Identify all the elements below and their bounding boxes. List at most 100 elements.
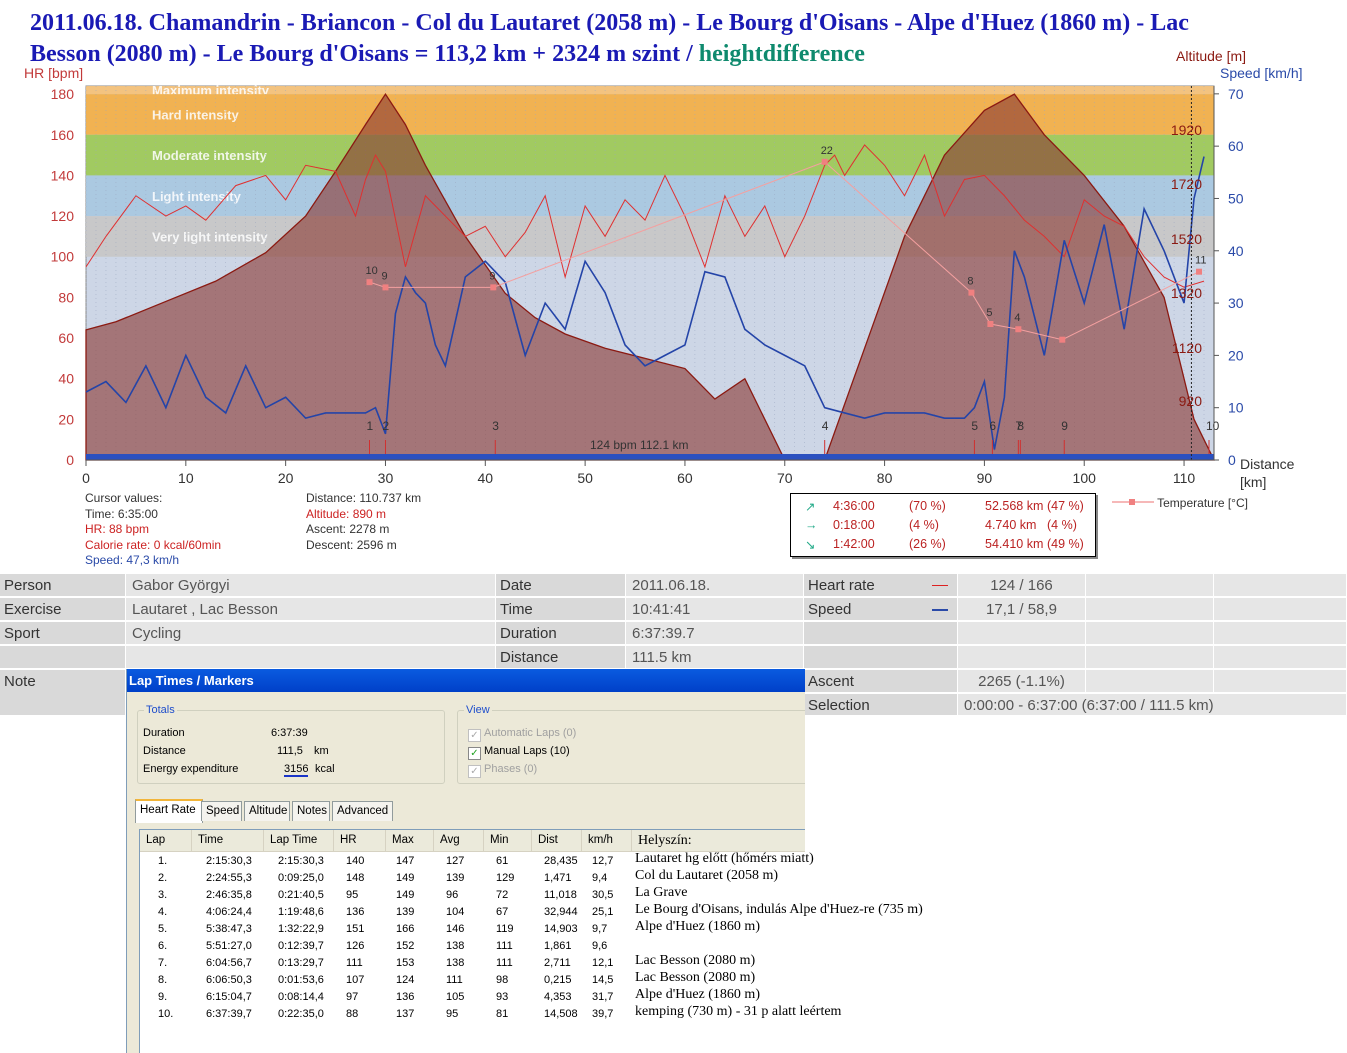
table-cell: 4,353 bbox=[544, 991, 572, 1003]
cursor-calorie: Calorie rate: 0 kcal/60min bbox=[85, 537, 222, 552]
baseline-bar bbox=[86, 454, 1214, 460]
duration-value[interactable]: 6:37:39.7 bbox=[626, 622, 804, 645]
selection-value[interactable]: 0:00:00 - 6:37:00 (6:37:00 / 111.5 km) bbox=[958, 694, 1347, 716]
table-cell: 138 bbox=[446, 940, 465, 952]
heart-rate-value: 124 / 166 bbox=[958, 574, 1086, 597]
time-value[interactable]: 10:41:41 bbox=[626, 598, 804, 621]
totals-energy-value[interactable]: 3156 bbox=[284, 763, 309, 777]
speed-tick-label: 70 bbox=[1228, 86, 1244, 102]
exercise-value[interactable]: Lautaret , Lac Besson bbox=[126, 598, 496, 621]
temperature-point bbox=[1015, 326, 1022, 333]
table-cell: 148 bbox=[346, 872, 365, 884]
table-cell: 88 bbox=[346, 1008, 359, 1020]
blank-row-4-v3 bbox=[1214, 646, 1347, 669]
tab-notes[interactable]: Notes bbox=[292, 801, 330, 821]
x-tick-label: 80 bbox=[877, 470, 893, 486]
tab-speed[interactable]: Speed bbox=[201, 801, 242, 821]
column-header[interactable]: Max bbox=[386, 830, 434, 851]
slope-distance: 52.568 km bbox=[985, 499, 1044, 513]
lap-location: Alpe d'Huez (1860 m) bbox=[635, 987, 760, 1002]
slope-row: ↘ 1:42:00 (26 %) 54.410 km (49 %) bbox=[791, 535, 1095, 554]
table-cell: 10. bbox=[158, 1008, 174, 1020]
check-icon: ✓ bbox=[468, 747, 481, 760]
cursor-values-right: Distance: 110.737 km Altitude: 890 m Asc… bbox=[306, 491, 421, 553]
slope-time: 1:42:00 bbox=[833, 537, 875, 551]
altitude-tick-label: 1920 bbox=[1171, 122, 1202, 138]
phases-label: Phases (0) bbox=[484, 763, 538, 775]
tab-altitude[interactable]: Altitude bbox=[244, 801, 290, 821]
table-cell: 1,471 bbox=[544, 872, 572, 884]
table-cell: 149 bbox=[396, 889, 415, 901]
table-cell: 119 bbox=[496, 923, 514, 935]
table-cell: 32,944 bbox=[544, 906, 578, 918]
column-header[interactable]: km/h bbox=[582, 830, 632, 851]
hr-tick-label: 140 bbox=[51, 167, 75, 183]
temperature-legend-swatch bbox=[1112, 499, 1154, 505]
temperature-point bbox=[821, 158, 828, 165]
table-cell: 107 bbox=[346, 974, 365, 986]
table-cell: 31,7 bbox=[592, 991, 614, 1003]
hr-tick-label: 80 bbox=[58, 289, 74, 305]
altitude-tick-label: 1720 bbox=[1171, 176, 1202, 192]
column-header[interactable]: Dist bbox=[532, 830, 582, 851]
empty-label bbox=[0, 646, 126, 669]
temperature-point bbox=[490, 284, 497, 291]
zone-band bbox=[86, 94, 1214, 135]
column-header[interactable]: HR bbox=[334, 830, 386, 851]
table-cell: 136 bbox=[396, 991, 415, 1003]
phases-checkbox[interactable]: ✓ Phases (0) bbox=[468, 763, 537, 778]
table-cell: 2:46:35,8 bbox=[206, 889, 252, 901]
heart-rate-extra-2 bbox=[1214, 574, 1347, 597]
lap-marker-label: 4 bbox=[822, 419, 829, 433]
cursor-header: Cursor values: bbox=[85, 491, 163, 505]
lap-location: kemping (730 m) - 31 p alatt leértem bbox=[635, 1004, 842, 1019]
slope-distance-pct: (47 %) bbox=[1047, 499, 1084, 513]
altitude-axis-title: Altitude [m] bbox=[1176, 48, 1246, 64]
slope-distance: 4.740 km bbox=[985, 518, 1037, 532]
table-cell: 9,4 bbox=[592, 872, 608, 884]
column-header[interactable]: Avg bbox=[434, 830, 484, 851]
table-cell: 12,1 bbox=[592, 957, 614, 969]
table-cell: 28,435 bbox=[544, 855, 578, 867]
table-cell: 1:32:22,9 bbox=[278, 923, 324, 935]
distance-value[interactable]: 111.5 km bbox=[626, 646, 804, 669]
automatic-laps-checkbox[interactable]: ✓ Automatic Laps (0) bbox=[468, 727, 576, 742]
tab-heart-rate[interactable]: Heart Rate bbox=[135, 799, 203, 823]
table-cell: 0:12:39,7 bbox=[278, 940, 324, 952]
table-cell: 2:24:55,3 bbox=[206, 872, 252, 884]
x-tick-label: 0 bbox=[82, 470, 90, 486]
table-cell: 14,5 bbox=[592, 974, 614, 986]
slope-time-pct: (4 %) bbox=[909, 518, 939, 532]
table-cell: 4:06:24,4 bbox=[206, 906, 252, 918]
table-cell: 97 bbox=[346, 991, 359, 1003]
lap-marker-label: 2 bbox=[382, 419, 389, 433]
selection-label: Selection bbox=[804, 694, 958, 716]
activity-chart[interactable]: Maximum intensityHard intensityModerate … bbox=[0, 0, 1347, 570]
lap-times-panel-title[interactable]: Lap Times / Markers bbox=[127, 669, 805, 692]
table-cell: 9. bbox=[158, 991, 168, 1003]
manual-laps-checkbox[interactable]: ✓ Manual Laps (10) bbox=[468, 745, 570, 760]
empty-value bbox=[126, 646, 496, 669]
person-value[interactable]: Gabor Györgyi bbox=[126, 574, 496, 597]
speed-axis-title: Speed [km/h] bbox=[1220, 65, 1303, 81]
cursor-hr: HR: 88 bpm bbox=[85, 522, 150, 536]
column-header[interactable]: Lap bbox=[140, 830, 192, 851]
sport-value[interactable]: Cycling bbox=[126, 622, 496, 645]
column-header[interactable]: Lap Time bbox=[264, 830, 334, 851]
cursor-values-left: Cursor values: Time: 6:35:00 HR: 88 bpm … bbox=[85, 491, 221, 569]
column-header[interactable]: Min bbox=[484, 830, 532, 851]
distance-label: Distance bbox=[496, 646, 626, 669]
x-tick-label: 110 bbox=[1173, 470, 1196, 486]
table-cell: 95 bbox=[346, 889, 359, 901]
column-header[interactable]: Time bbox=[192, 830, 264, 851]
date-value[interactable]: 2011.06.18. bbox=[626, 574, 804, 597]
x-tick-label: 60 bbox=[677, 470, 693, 486]
table-cell: 72 bbox=[496, 889, 509, 901]
table-cell: 25,1 bbox=[592, 906, 614, 918]
table-cell: 7. bbox=[158, 957, 168, 969]
table-cell: 6:15:04,7 bbox=[206, 991, 252, 1003]
tab-advanced[interactable]: Advanced bbox=[332, 801, 393, 821]
column-header[interactable]: Helyszín: bbox=[632, 830, 805, 851]
lap-marker-label: 8 bbox=[1017, 419, 1024, 433]
table-cell: 152 bbox=[396, 940, 415, 952]
